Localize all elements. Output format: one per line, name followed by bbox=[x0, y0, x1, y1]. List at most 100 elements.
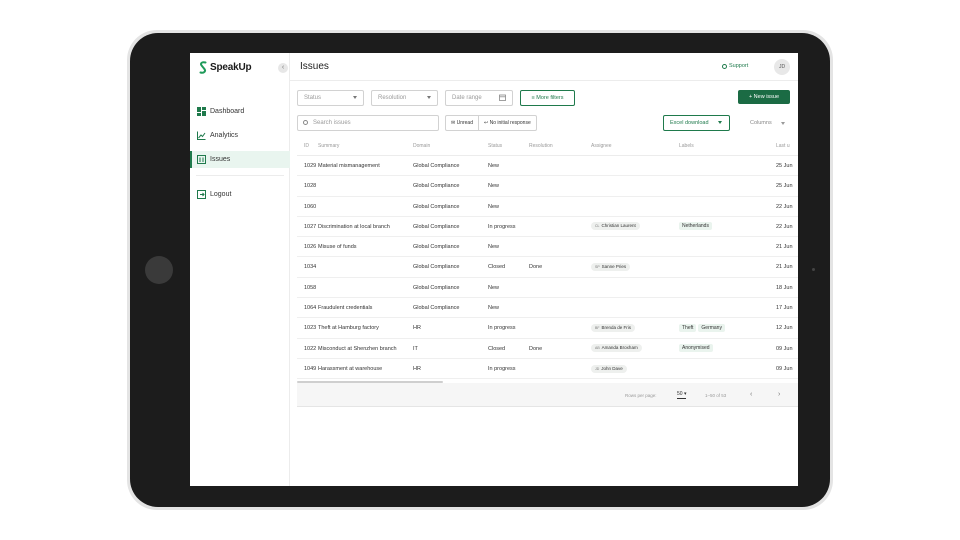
cell-resolution: Done bbox=[529, 345, 543, 352]
table-row[interactable]: 1027 Discrimination at local branch Global… bbox=[297, 217, 798, 238]
cell-last-updated: 17 Jun bbox=[776, 305, 793, 312]
label-tag[interactable]: Netherlands bbox=[679, 222, 712, 231]
assignee-name: Sanne Pries bbox=[601, 264, 627, 270]
assignee-initials: SP bbox=[595, 265, 600, 270]
cell-resolution bbox=[529, 217, 591, 236]
cell-summary: Fraudulent credentials bbox=[318, 305, 373, 312]
quick-filter-group: ✉ Unread ↩ No initial response bbox=[445, 115, 537, 131]
next-page-button[interactable]: › bbox=[778, 391, 780, 398]
chevron-down-icon bbox=[427, 96, 431, 99]
no-initial-response-filter-button[interactable]: ↩ No initial response bbox=[478, 116, 536, 130]
unread-label: Unread bbox=[456, 120, 473, 126]
chevron-down-icon bbox=[718, 121, 722, 124]
resolution-select[interactable]: Resolution bbox=[371, 90, 438, 106]
table-row[interactable]: 1028 Global Compliance New 25 Jun bbox=[297, 176, 798, 197]
assignee-chip[interactable]: SP Sanne Pries bbox=[591, 263, 631, 272]
sidebar-nav: Dashboard Analytics Issues Logout bbox=[190, 103, 290, 210]
table-row[interactable]: 1064 Fraudulent credentials Global Complia… bbox=[297, 298, 798, 319]
search-input[interactable]: Search issues bbox=[297, 115, 439, 131]
cell-id: 1023 bbox=[304, 325, 317, 332]
column-header-id[interactable]: ID bbox=[297, 137, 318, 155]
sidebar-item-analytics[interactable]: Analytics bbox=[190, 127, 290, 144]
excel-download-button[interactable]: Excel download bbox=[663, 115, 730, 131]
analytics-icon bbox=[197, 131, 206, 140]
sidebar-item-label: Issues bbox=[210, 156, 231, 163]
table-row[interactable]: 1026 Misuse of funds Global Compliance New 2… bbox=[297, 237, 798, 258]
column-header-resolution[interactable]: Resolution bbox=[529, 137, 591, 155]
label-tag[interactable]: Theft bbox=[679, 323, 697, 332]
main-content: Issues Support JD Status Resolution Date… bbox=[290, 53, 798, 486]
label-tag[interactable]: Anonymised bbox=[679, 344, 713, 353]
assignee-name: Amanda Broxham bbox=[601, 345, 638, 351]
cell-assignee bbox=[591, 237, 679, 256]
support-link[interactable]: Support bbox=[722, 63, 748, 69]
assignee-chip[interactable]: CL Christian Laurent bbox=[591, 222, 640, 231]
cell-last-updated: 12 Jun bbox=[776, 325, 793, 332]
assignee-chip[interactable]: JD John Dave bbox=[591, 364, 627, 373]
user-avatar[interactable]: JD bbox=[774, 59, 790, 75]
assignee-chip[interactable]: AB Amanda Broxham bbox=[591, 344, 642, 353]
column-header-assignee[interactable]: Assignee bbox=[591, 137, 679, 155]
sidebar-item-logout[interactable]: Logout bbox=[190, 186, 290, 203]
issues-icon bbox=[197, 155, 206, 164]
columns-select[interactable]: Columns bbox=[750, 115, 790, 131]
cell-last-updated: 09 Jun bbox=[776, 345, 793, 352]
calendar-icon bbox=[499, 94, 506, 101]
more-filters-button[interactable]: ≡ More filters bbox=[520, 90, 575, 106]
previous-page-button[interactable]: ‹ bbox=[750, 391, 752, 398]
cell-id: 1049 bbox=[304, 365, 317, 372]
new-issue-button[interactable]: + New issue bbox=[738, 90, 790, 104]
brand-logo[interactable]: SpeakUp bbox=[199, 61, 252, 74]
cell-status: New bbox=[488, 163, 500, 169]
cell-assignee bbox=[591, 278, 679, 297]
cell-resolution: Done bbox=[529, 264, 543, 271]
table-row[interactable]: 1060 Global Compliance New 22 Jun bbox=[297, 197, 798, 217]
cell-last-updated: 21 Jun bbox=[776, 244, 793, 251]
column-header-status[interactable]: Status bbox=[488, 137, 529, 155]
unread-filter-button[interactable]: ✉ Unread bbox=[446, 116, 478, 130]
sidebar-item-label: Logout bbox=[210, 191, 232, 198]
assignee-chip[interactable]: BF Brenda de Fris bbox=[591, 323, 635, 332]
assignee-initials: AB bbox=[595, 346, 600, 351]
cell-status: Closed bbox=[488, 345, 506, 352]
column-header-summary[interactable]: Summary bbox=[318, 137, 413, 155]
cell-summary: Theft at Hamburg factory bbox=[318, 325, 379, 332]
table-row[interactable]: 1029 Material mismanagement Global Complia… bbox=[297, 156, 798, 177]
label-tag[interactable]: Germany bbox=[698, 323, 725, 332]
date-range-label: Date range bbox=[452, 95, 482, 101]
cell-summary: Harassment at warehouse bbox=[318, 365, 383, 372]
sidebar-item-issues[interactable]: Issues bbox=[190, 151, 290, 168]
cell-status: In progress bbox=[488, 365, 516, 372]
column-header-domain[interactable]: Domain bbox=[413, 137, 488, 155]
cell-domain: Global Compliance bbox=[413, 284, 460, 291]
cell-id: 1058 bbox=[304, 284, 317, 291]
column-header-labels[interactable]: Labels bbox=[679, 137, 776, 155]
cell-status: New bbox=[488, 183, 500, 190]
table-row[interactable]: 1049 Harassment at warehouse HR In progress… bbox=[297, 359, 798, 380]
cell-status: In progress bbox=[488, 223, 516, 230]
date-range-input[interactable]: Date range bbox=[445, 90, 513, 106]
cell-id: 1027 bbox=[304, 223, 317, 230]
cell-labels bbox=[679, 359, 776, 378]
cell-summary: Discrimination at local branch bbox=[318, 223, 390, 230]
status-select-label: Status bbox=[304, 95, 322, 101]
home-button bbox=[145, 256, 173, 284]
cell-id: 1064 bbox=[304, 305, 317, 312]
dashboard-icon bbox=[197, 107, 206, 116]
table-row[interactable]: 1034 Global Compliance Closed Done SP Sanne P… bbox=[297, 257, 798, 278]
cell-domain: HR bbox=[413, 325, 421, 332]
sidebar-item-dashboard[interactable]: Dashboard bbox=[190, 103, 290, 120]
cell-domain: Global Compliance bbox=[413, 223, 460, 230]
table-row[interactable]: 1058 Global Compliance New 18 Jun bbox=[297, 278, 798, 299]
issues-table: ID Summary Domain Status Resolution Assi… bbox=[297, 137, 798, 380]
rows-per-page-select[interactable]: 50 ▾ bbox=[677, 391, 687, 399]
table-row[interactable]: 1022 Misconduct at Shenzhen branch IT Close… bbox=[297, 339, 798, 359]
column-header-last-updated[interactable]: Last u bbox=[776, 137, 798, 155]
table-row[interactable]: 1023 Theft at Hamburg factory HR In progres… bbox=[297, 318, 798, 339]
sidebar-item-label: Analytics bbox=[210, 132, 239, 139]
logout-icon bbox=[197, 190, 206, 199]
table-body: 1029 Material mismanagement Global Complia… bbox=[297, 156, 798, 380]
status-select[interactable]: Status bbox=[297, 90, 364, 106]
cell-resolution bbox=[529, 298, 591, 317]
collapse-sidebar-button[interactable]: ‹ bbox=[278, 63, 288, 73]
